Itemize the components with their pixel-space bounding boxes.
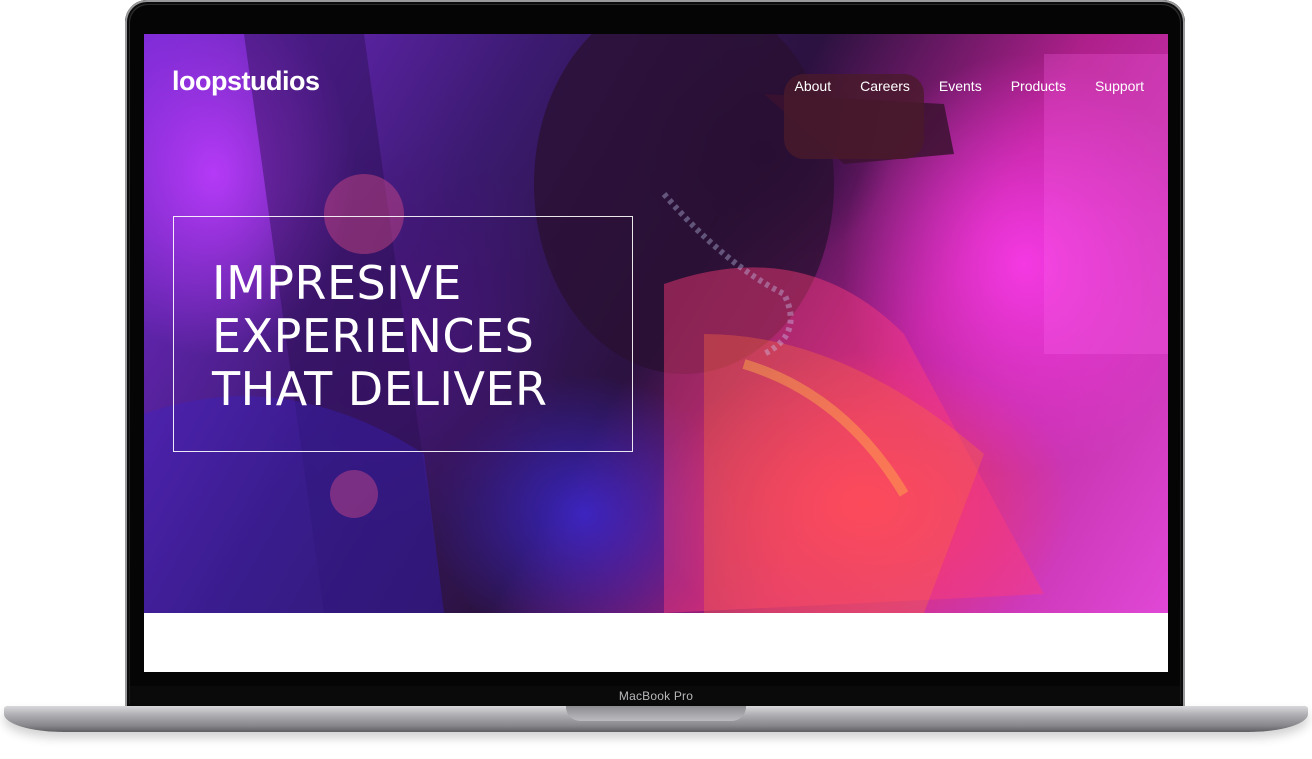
hero-headline-line: EXPERIENCES <box>212 309 535 363</box>
hero-headline: IMPRESIVE EXPERIENCES THAT DELIVER <box>212 257 622 416</box>
nav-link-careers[interactable]: Careers <box>860 78 910 94</box>
laptop-lid-notch <box>566 706 746 721</box>
hero-section: loopstudios About Careers Events Product… <box>144 34 1168 613</box>
hero-headline-line: IMPRESIVE <box>212 256 462 310</box>
primary-nav: About Careers Events Products Support <box>766 78 1145 94</box>
browser-viewport: loopstudios About Careers Events Product… <box>144 34 1168 672</box>
nav-link-products[interactable]: Products <box>1011 78 1066 94</box>
nav-link-about[interactable]: About <box>795 78 832 94</box>
brand-logo[interactable]: loopstudios <box>172 66 320 97</box>
nav-link-events[interactable]: Events <box>939 78 982 94</box>
content-area <box>144 613 1168 672</box>
device-model-label: MacBook Pro <box>618 689 694 703</box>
hero-headline-box: IMPRESIVE EXPERIENCES THAT DELIVER <box>173 216 633 452</box>
hero-headline-line: THAT DELIVER <box>212 362 548 416</box>
nav-link-support[interactable]: Support <box>1095 78 1144 94</box>
